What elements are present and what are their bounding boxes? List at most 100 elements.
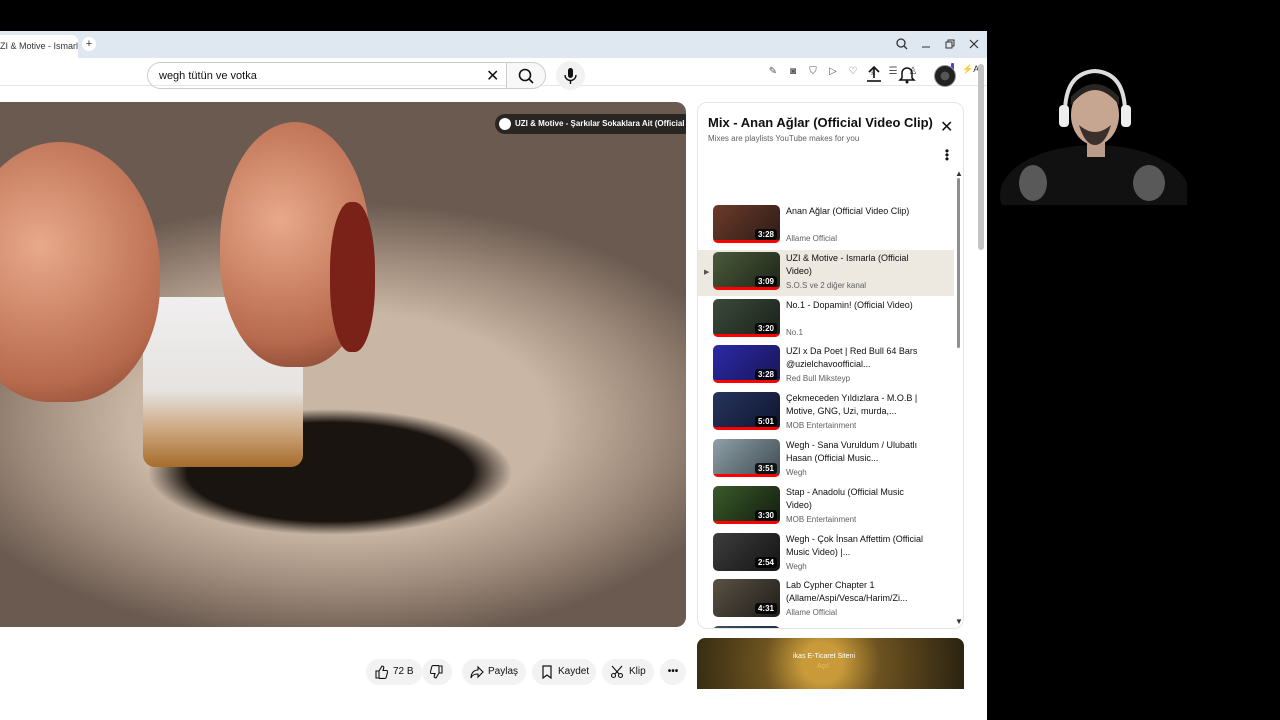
video-thumbnail[interactable]: 3:51 (713, 439, 780, 477)
video-overlay-title-text: UZI & Motive - Şarkılar Sokaklara Ait (O… (515, 119, 685, 128)
video-thumbnail[interactable]: 3:28 (713, 345, 780, 384)
playlist-item[interactable]: 3:28 UZI x Da Poet | Red Bull 64 Bars @uz… (698, 343, 954, 389)
voice-search-button[interactable] (556, 61, 585, 90)
tab-title: ZI & Motive - Ismarla (0, 41, 78, 51)
playlist-item[interactable]: 2:54 Wegh - Çok İnsan Affettim (Official … (698, 531, 954, 577)
duration-badge: 3:28 (754, 229, 777, 240)
watched-progress-bar (713, 380, 779, 384)
search-input[interactable]: wegh tütün ve votka (147, 62, 507, 89)
watched-progress-bar (713, 240, 779, 243)
search-tabs-icon[interactable] (895, 37, 909, 51)
scroll-down-arrow-icon[interactable]: ▼ (955, 617, 963, 626)
playlist-item-title: UZI x Da Poet | Red Bull 64 Bars @uzielc… (786, 346, 918, 370)
video-thumbnail[interactable]: 2:54 (713, 532, 780, 571)
video-thumbnail[interactable]: 3:20 (713, 298, 780, 337)
video-player[interactable]: UZI & Motive - Şarkılar Sokaklara Ait (O… (0, 102, 686, 627)
playlist-item-title: Stap - Anadolu (Official Music Video) (786, 486, 904, 510)
playlist-item[interactable]: 3:51 Wegh - Sana Vuruldum / Ulubatlı Hasa… (698, 437, 954, 483)
close-window-icon[interactable] (967, 37, 981, 51)
new-tab-button[interactable]: + (82, 37, 96, 51)
playlist-item-channel: Wegh (786, 561, 807, 571)
playlist-item[interactable]: 4:09 Lab Cypher Chapter 3 (Vesca/Hidra/Zi… (698, 624, 954, 628)
webcam-overlay (987, 55, 1187, 205)
playlist-title[interactable]: Mix - Anan Ağlar (Official Video Clip) (708, 115, 933, 130)
video-thumbnail[interactable]: 3:30 (713, 485, 780, 524)
more-actions-button[interactable]: ••• (660, 659, 686, 685)
clip-label: Klip (629, 666, 646, 677)
playlist-scrollbar-thumb[interactable] (957, 178, 960, 348)
playlist-item-title: Anan Ağlar (Official Video Clip) (786, 206, 910, 216)
playlist-item-title: Wegh - Çok İnsan Affettim (Official Musi… (786, 533, 924, 557)
playlist-item[interactable]: 4:31 Lab Cypher Chapter 1 (Allame/Aspi/Ve… (698, 577, 954, 623)
more-horizontal-icon: ••• (667, 666, 679, 677)
save-label: Kaydet (558, 666, 590, 677)
tab-active[interactable]: ZI & Motive - Ismarla (0, 35, 78, 58)
edit-icon[interactable]: ✎ (766, 65, 780, 79)
playlist-item[interactable]: 3:30 Stap - Anadolu (Official Music Video… (698, 484, 954, 530)
heart-icon[interactable]: ♡ (846, 65, 860, 79)
camera-icon[interactable]: ◙ (786, 65, 800, 79)
playlist-item-channel: No.1 (786, 327, 803, 337)
share-button[interactable]: Paylaş (462, 659, 526, 685)
playlist-item-channel: S.O.S ve 2 diğer kanal (786, 280, 867, 290)
page-scrollbar[interactable] (978, 64, 984, 250)
scissors-icon (610, 665, 624, 679)
send-icon[interactable]: ▷ (826, 65, 840, 79)
scroll-up-arrow-icon[interactable]: ▲ (955, 169, 963, 178)
channel-logo-icon (499, 118, 511, 130)
watched-progress-bar (713, 520, 779, 524)
playlist-item-channel: MOB Entertainment (786, 421, 857, 431)
search-button[interactable] (506, 62, 546, 89)
search-icon (518, 68, 534, 84)
ad-banner[interactable]: ikas E-Ticaret Siteni Açı! (697, 638, 964, 689)
save-button[interactable]: Kaydet (532, 659, 596, 685)
playlist-item-title: Lab Cypher Chapter 1 (Allame/Aspi/Vesca/… (786, 580, 908, 604)
playlist-item-title: Lab Cypher Chapter 3 (Vesca/Hidra/Zizzy/… (786, 626, 924, 628)
playlist-item[interactable]: 3:28 Anan Ağlar (Official Video Clip) Alla… (698, 203, 954, 249)
restore-icon[interactable] (943, 37, 957, 51)
clear-search-icon[interactable]: ✕ (486, 66, 499, 86)
playlist-item-title: UZI & Motive - Ismarla (Official Video) (786, 252, 909, 276)
shield-icon[interactable]: ⛉ (806, 65, 820, 79)
dislike-button[interactable] (422, 659, 452, 685)
duration-badge: 3:20 (754, 322, 777, 334)
ad-line2: Açı! (817, 663, 830, 670)
close-playlist-icon[interactable]: ✕ (940, 117, 953, 137)
notifications-bell-icon[interactable] (896, 63, 918, 85)
upload-icon[interactable] (863, 63, 885, 85)
account-avatar[interactable] (934, 65, 956, 87)
duration-badge: 4:31 (754, 603, 777, 615)
mix-playlist-panel: Mix - Anan Ağlar (Official Video Clip) M… (697, 102, 964, 629)
minimize-icon[interactable] (919, 37, 933, 51)
watched-progress-bar (713, 474, 779, 477)
watched-progress-bar (713, 333, 779, 337)
playlist-item[interactable]: 5:01 Çekmeceden Yıldızlara - M.O.B | Moti… (698, 390, 954, 436)
share-icon (470, 665, 484, 679)
video-thumbnail[interactable]: 3:09 (713, 251, 780, 290)
video-thumbnail[interactable]: 4:31 (713, 579, 780, 618)
playlist-subtitle: Mixes are playlists YouTube makes for yo… (708, 134, 860, 143)
ad-brand: ikas (793, 653, 806, 660)
watched-progress-bar (713, 427, 779, 431)
video-frame-finger-left (0, 142, 160, 402)
clip-button[interactable]: Klip (602, 659, 654, 685)
video-thumbnail[interactable]: 4:09 (713, 626, 780, 628)
video-thumbnail[interactable]: 3:28 (713, 205, 780, 243)
playlist-menu-icon[interactable]: • • • (943, 145, 951, 165)
playlist-item-channel: Wegh (786, 468, 807, 477)
duration-badge: 3:28 (754, 369, 777, 381)
duration-badge: 5:01 (754, 416, 777, 428)
duration-badge: 3:09 (754, 275, 777, 287)
duration-badge: 3:51 (754, 463, 777, 474)
ad-line1: E-Ticaret Siteni (807, 653, 855, 660)
thumbs-down-icon (430, 665, 443, 679)
like-button[interactable]: 72 B (366, 659, 422, 685)
video-thumbnail[interactable]: 5:01 (713, 392, 780, 431)
playlist-item[interactable]: 3:20 No.1 - Dopamin! (Official Video) No.1 (698, 297, 954, 343)
thumbs-up-icon (375, 665, 388, 679)
duration-badge: 2:54 (754, 556, 777, 568)
microphone-icon (564, 68, 577, 84)
video-overlay-title[interactable]: UZI & Motive - Şarkılar Sokaklara Ait (O… (495, 114, 686, 134)
playlist-item[interactable]: ▶ 3:09 UZI & Motive - Ismarla (Official Vi… (698, 249, 954, 296)
playlist-item-channel: MOB Entertainment (786, 514, 857, 524)
